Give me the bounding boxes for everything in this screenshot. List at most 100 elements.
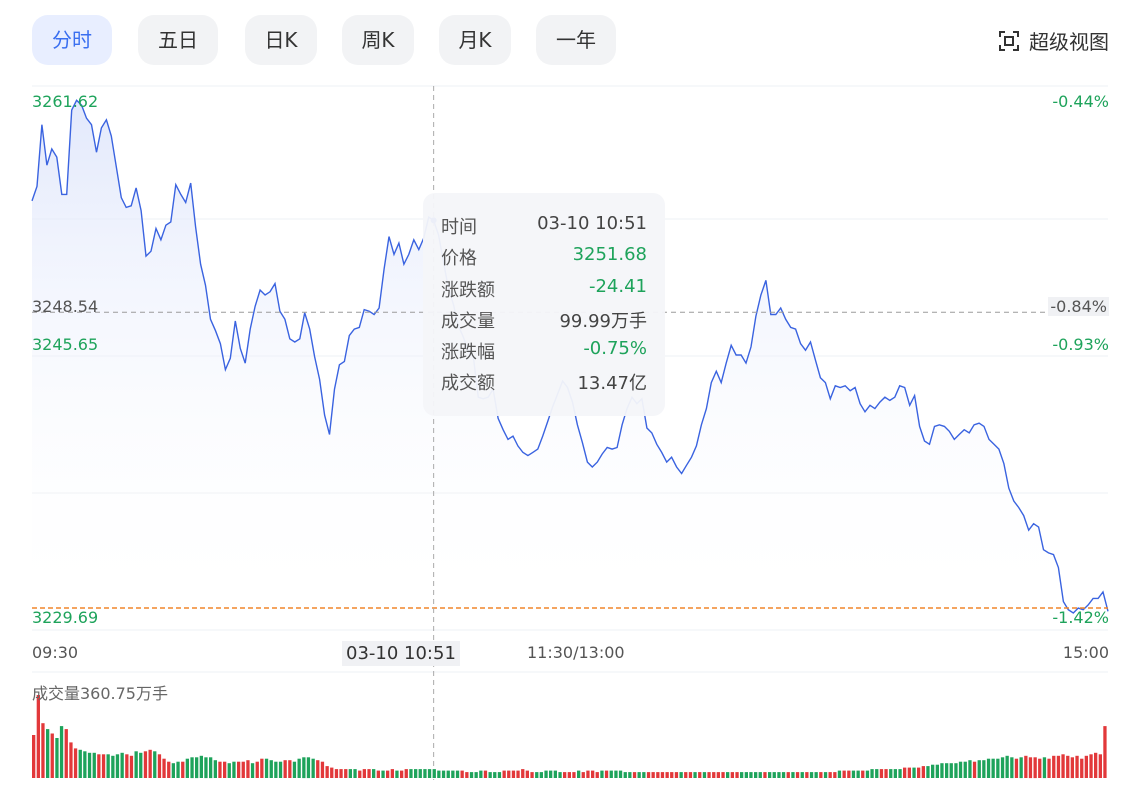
volume-bar bbox=[381, 770, 385, 778]
volume-bar bbox=[809, 772, 814, 778]
tooltip-key: 涨跌幅 bbox=[441, 342, 495, 363]
time-mid-label: 11:30/13:00 bbox=[527, 643, 625, 662]
volume-bar bbox=[716, 772, 720, 778]
tooltip-value: 99.99万手 bbox=[559, 311, 647, 332]
volume-bar bbox=[688, 772, 693, 778]
volume-bar bbox=[316, 760, 320, 778]
volume-bar bbox=[1014, 758, 1019, 778]
volume-bar bbox=[577, 770, 581, 778]
volume-bar bbox=[139, 752, 143, 778]
tooltip-key: 涨跌额 bbox=[441, 280, 495, 301]
tooltip-row-change: 涨跌额 -24.41 bbox=[441, 276, 647, 306]
volume-bar bbox=[87, 752, 92, 778]
volume-bar bbox=[465, 772, 469, 778]
volume-bar bbox=[283, 760, 287, 778]
volume-bar bbox=[460, 770, 464, 778]
volume-bar bbox=[92, 752, 96, 778]
volume-bar bbox=[614, 770, 618, 778]
volume-bar bbox=[423, 769, 427, 778]
volume-bar bbox=[46, 729, 50, 778]
volume-bar bbox=[935, 764, 939, 778]
volume-bar bbox=[129, 755, 134, 778]
volume-bar bbox=[744, 772, 748, 778]
volume-bar bbox=[507, 770, 511, 778]
volume-bar bbox=[414, 769, 418, 778]
volume-bar bbox=[176, 761, 180, 778]
volume-bar bbox=[36, 695, 40, 778]
volume-bar bbox=[1070, 757, 1074, 779]
tooltip-value: -24.41 bbox=[588, 276, 647, 297]
volume-bar bbox=[777, 772, 781, 778]
volume-bar bbox=[586, 770, 590, 778]
volume-bar bbox=[819, 772, 823, 778]
volume-bar bbox=[758, 772, 762, 778]
volume-bar bbox=[97, 754, 101, 778]
volume-title: 成交量360.75万手 bbox=[32, 684, 168, 703]
tooltip-value: 03-10 10:51 bbox=[537, 213, 647, 234]
volume-bar bbox=[786, 772, 790, 778]
volume-bar bbox=[823, 772, 828, 778]
volume-bar bbox=[376, 770, 380, 778]
volume-bar bbox=[427, 769, 432, 778]
volume-bar bbox=[479, 770, 483, 778]
volume-bar bbox=[898, 769, 902, 778]
tooltip-row-change-pct: 涨跌幅 -0.75% bbox=[441, 338, 647, 368]
volume-bar bbox=[712, 772, 716, 778]
volume-bar bbox=[218, 761, 222, 778]
volume-bar bbox=[409, 769, 413, 778]
tooltip-row-amount: 成交额 13.47亿 bbox=[441, 369, 647, 399]
volume-bar bbox=[199, 755, 203, 778]
volume-bar bbox=[78, 749, 82, 778]
volume-bar bbox=[274, 761, 278, 778]
volume-bar bbox=[595, 772, 599, 778]
volume-bar bbox=[223, 761, 227, 778]
volume-bar bbox=[358, 770, 362, 778]
volume-bar bbox=[954, 763, 958, 778]
volume-bar bbox=[879, 769, 884, 778]
volume-bar bbox=[791, 772, 795, 778]
volume-bar bbox=[730, 772, 734, 778]
volume-bar bbox=[469, 772, 474, 778]
volume-bar bbox=[875, 769, 879, 778]
volume-bar bbox=[563, 772, 567, 778]
tooltip: 时间 03-10 10:51 价格 3251.68 涨跌额 -24.41 成交量… bbox=[423, 193, 665, 416]
volume-bar bbox=[483, 770, 488, 778]
volume-bar bbox=[945, 763, 949, 778]
volume-bar bbox=[651, 772, 655, 778]
volume-bar bbox=[348, 769, 352, 778]
volume-bar bbox=[749, 772, 753, 778]
volume-bar bbox=[600, 770, 604, 778]
volume-bar bbox=[367, 769, 371, 778]
volume-bar bbox=[339, 769, 343, 778]
volume-bar bbox=[390, 769, 394, 778]
volume-bar bbox=[106, 754, 110, 778]
volume-bar bbox=[768, 772, 772, 778]
volume-bar bbox=[288, 760, 292, 778]
volume-bar bbox=[693, 772, 697, 778]
volume-bar bbox=[437, 770, 441, 778]
volume-bar bbox=[400, 770, 404, 778]
volume-bar bbox=[977, 760, 981, 778]
volume-bar bbox=[604, 770, 609, 778]
volume-bar bbox=[162, 758, 166, 778]
volume-bar bbox=[232, 761, 236, 778]
volume-bar bbox=[404, 769, 408, 778]
volume-bar bbox=[572, 772, 576, 778]
volume-bar bbox=[670, 772, 674, 778]
volume-bar bbox=[921, 766, 925, 778]
volume-bar bbox=[642, 772, 646, 778]
volume-bar bbox=[59, 726, 64, 778]
volume-bar bbox=[567, 772, 571, 778]
volume-bar bbox=[418, 769, 422, 778]
volume-bar bbox=[735, 772, 739, 778]
time-end-label: 15:00 bbox=[1062, 643, 1109, 662]
volume-bar bbox=[828, 772, 832, 778]
volume-bar bbox=[1080, 758, 1084, 778]
pct-bottom-label: -1.42% bbox=[1052, 608, 1109, 627]
volume-bar bbox=[581, 772, 585, 778]
volume-bar bbox=[111, 755, 115, 778]
price-bottom-label: 3229.69 bbox=[32, 608, 99, 627]
volume-bar bbox=[996, 758, 1000, 778]
volume-bar bbox=[726, 772, 730, 778]
volume-bar bbox=[1103, 726, 1107, 778]
